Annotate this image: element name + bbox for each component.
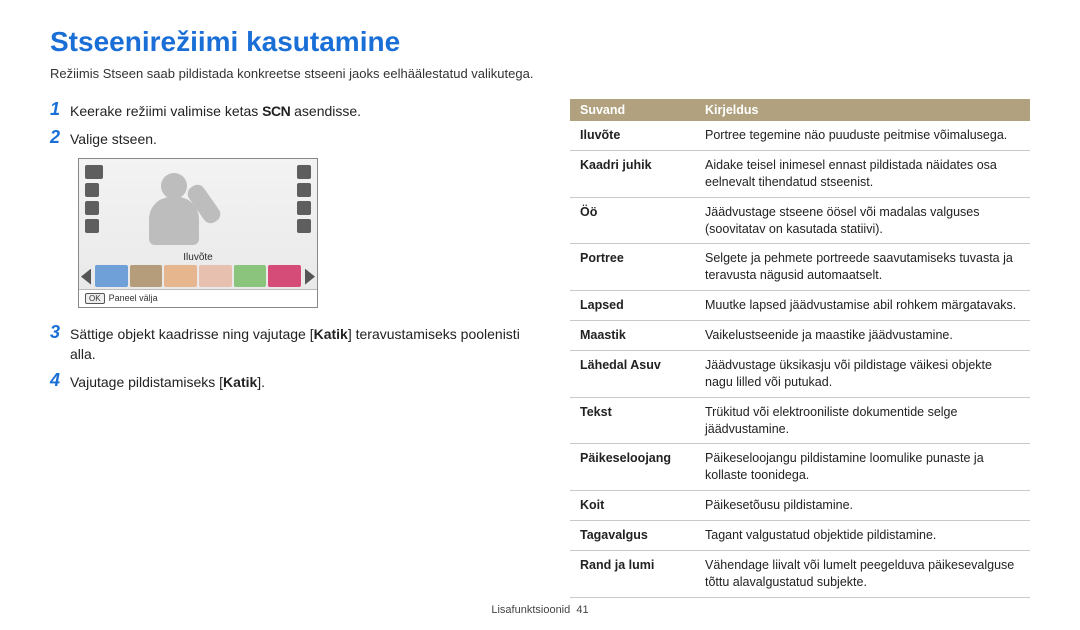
option-desc: Päikeseloojangu pildistamine loomulike p… <box>695 444 1030 491</box>
text: Sättige objekt kaadrisse ning vajutage [ <box>70 326 314 342</box>
option-name: Öö <box>570 197 695 244</box>
left-hud-icons <box>85 165 103 233</box>
battery-icon <box>297 165 311 179</box>
thumb <box>164 265 197 287</box>
table-row: PäikeseloojangPäikeseloojangu pildistami… <box>570 444 1030 491</box>
right-hud-icons <box>297 165 311 233</box>
camera-bottom-bar: OK Paneel välja <box>79 289 317 307</box>
table-row: ÖöJäädvustage stseene öösel või madalas … <box>570 197 1030 244</box>
option-desc: Trükitud või elektrooniliste dokumentide… <box>695 397 1030 444</box>
step-text: Keerake režiimi valimise ketas SCN asend… <box>70 99 361 121</box>
table-row: Lähedal AsuvJäädvustage üksikasju või pi… <box>570 350 1030 397</box>
option-desc: Jäädvustage üksikasju või pildistage väi… <box>695 350 1030 397</box>
option-desc: Portree tegemine näo puuduste peitmise v… <box>695 121 1030 150</box>
scene-mode-label: Iluvõte <box>79 252 317 263</box>
th-description: Kirjeldus <box>695 99 1030 121</box>
footer-page: 41 <box>576 604 588 616</box>
option-name: Iluvõte <box>570 121 695 150</box>
step-number: 2 <box>50 127 70 148</box>
option-desc: Päikesetõusu pildistamine. <box>695 491 1030 521</box>
table-row: IluvõtePortree tegemine näo puuduste pei… <box>570 121 1030 150</box>
panel-text: Paneel välja <box>109 293 158 303</box>
option-desc: Vaikelustseenide ja maastike jäädvustami… <box>695 321 1030 351</box>
option-desc: Aidake teisel inimesel ennast pildistada… <box>695 150 1030 197</box>
thumb <box>199 265 232 287</box>
text: Keerake režiimi valimise ketas <box>70 103 262 119</box>
option-name: Kaadri juhik <box>570 150 695 197</box>
option-desc: Jäädvustage stseene öösel või madalas va… <box>695 197 1030 244</box>
page-footer: Lisafunktsioonid 41 <box>0 604 1080 616</box>
face-icon <box>85 183 99 197</box>
th-option: Suvand <box>570 99 695 121</box>
table-row: PortreeSelgete ja pehmete portreede saav… <box>570 244 1030 291</box>
option-name: Päikeseloojang <box>570 444 695 491</box>
table-row: Kaadri juhikAidake teisel inimesel ennas… <box>570 150 1030 197</box>
options-table: Suvand Kirjeldus IluvõtePortree tegemine… <box>570 99 1030 598</box>
option-name: Maastik <box>570 321 695 351</box>
option-desc: Vähendage liivalt või lumelt peegelduva … <box>695 550 1030 597</box>
page-title: Stseenirežiimi kasutamine <box>50 26 1030 58</box>
person-silhouette-icon <box>149 173 199 245</box>
step-number: 1 <box>50 99 70 120</box>
thumb <box>234 265 267 287</box>
chevron-left-icon <box>81 269 91 285</box>
step-text: Vajutage pildistamiseks [Katik]. <box>70 370 265 392</box>
af-icon <box>85 201 99 215</box>
key-label: Katik <box>314 326 348 342</box>
ev-icon <box>85 219 99 233</box>
option-name: Portree <box>570 244 695 291</box>
macro-icon <box>297 219 311 233</box>
option-name: Tekst <box>570 397 695 444</box>
table-row: TagavalgusTagant valgustatud objektide p… <box>570 521 1030 551</box>
table-row: KoitPäikesetõusu pildistamine. <box>570 491 1030 521</box>
footer-section: Lisafunktsioonid <box>491 604 570 616</box>
thumb <box>95 265 128 287</box>
table-row: Rand ja lumiVähendage liivalt või lumelt… <box>570 550 1030 597</box>
scn-label: SCN <box>262 103 290 119</box>
table-row: MaastikVaikelustseenide ja maastike jääd… <box>570 321 1030 351</box>
text: Vajutage pildistamiseks [ <box>70 374 223 390</box>
option-name: Lähedal Asuv <box>570 350 695 397</box>
mode-icon <box>85 165 103 179</box>
step-2: 2 Valige stseen. <box>50 127 530 149</box>
text: asendisse. <box>290 103 361 119</box>
option-name: Rand ja lumi <box>570 550 695 597</box>
option-desc: Selgete ja pehmete portreede saavutamise… <box>695 244 1030 291</box>
step-3: 3 Sättige objekt kaadrisse ning vajutage… <box>50 322 530 365</box>
table-row: TekstTrükitud või elektrooniliste dokume… <box>570 397 1030 444</box>
resolution-icon <box>297 183 311 197</box>
flash-icon <box>297 201 311 215</box>
thumb <box>130 265 163 287</box>
key-label: Katik <box>223 374 257 390</box>
step-text: Valige stseen. <box>70 127 157 149</box>
option-name: Koit <box>570 491 695 521</box>
right-column: Suvand Kirjeldus IluvõtePortree tegemine… <box>570 99 1030 598</box>
text: ]. <box>257 374 265 390</box>
step-number: 3 <box>50 322 70 343</box>
camera-preview: Iluvõte OK P <box>78 158 530 308</box>
option-desc: Muutke lapsed jäädvustamise abil rohkem … <box>695 291 1030 321</box>
step-4: 4 Vajutage pildistamiseks [Katik]. <box>50 370 530 392</box>
option-desc: Tagant valgustatud objektide pildistamin… <box>695 521 1030 551</box>
scene-thumbs <box>95 265 301 287</box>
chevron-right-icon <box>305 269 315 285</box>
option-name: Lapsed <box>570 291 695 321</box>
table-row: LapsedMuutke lapsed jäädvustamise abil r… <box>570 291 1030 321</box>
step-1: 1 Keerake režiimi valimise ketas SCN ase… <box>50 99 530 121</box>
left-column: 1 Keerake režiimi valimise ketas SCN ase… <box>50 99 530 598</box>
step-text: Sättige objekt kaadrisse ning vajutage [… <box>70 322 530 365</box>
option-name: Tagavalgus <box>570 521 695 551</box>
ok-button-label: OK <box>85 293 105 304</box>
intro-text: Režiimis Stseen saab pildistada konkreet… <box>50 66 1030 81</box>
step-number: 4 <box>50 370 70 391</box>
thumb <box>268 265 301 287</box>
